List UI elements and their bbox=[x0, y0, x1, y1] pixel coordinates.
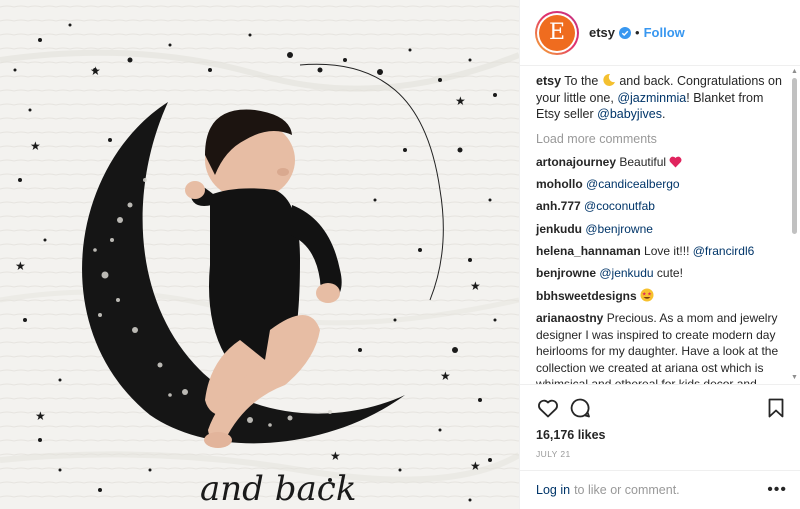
comment-username[interactable]: helena_hannaman bbox=[536, 244, 641, 258]
comment-item: jenkudu @benjrowne bbox=[536, 221, 787, 237]
comment-item: anh.777 @coconutfab bbox=[536, 198, 787, 214]
comment-text: cute! bbox=[656, 266, 683, 281]
avatar[interactable]: E bbox=[539, 14, 575, 51]
comment-item: arianaostny Precious. As a mom and jewel… bbox=[536, 310, 787, 384]
caption-username[interactable]: etsy bbox=[536, 74, 561, 88]
follow-button[interactable]: Follow bbox=[644, 25, 685, 40]
comment-mention[interactable]: @benjrowne bbox=[585, 222, 653, 236]
comment-mention[interactable]: @jenkudu bbox=[599, 266, 653, 280]
post-header: E etsy • Follow bbox=[520, 0, 800, 66]
comment-item: bbhsweetdesigns ★ ★ bbox=[536, 288, 787, 304]
comment-mention[interactable]: @candicealbergo bbox=[586, 177, 680, 191]
red-heart-emoji-icon bbox=[669, 156, 682, 167]
comments-scrollbar[interactable]: ▲ ▼ bbox=[791, 66, 798, 384]
scrollbar-thumb[interactable] bbox=[792, 78, 797, 234]
svg-text:★: ★ bbox=[470, 279, 481, 293]
svg-text:★: ★ bbox=[30, 139, 41, 153]
svg-text:★: ★ bbox=[440, 369, 451, 383]
comment-username[interactable]: jenkudu bbox=[536, 222, 582, 236]
scroll-down-arrow-icon[interactable]: ▼ bbox=[791, 374, 798, 382]
post-actions bbox=[520, 384, 800, 425]
comment-username[interactable]: benjrowne bbox=[536, 266, 596, 280]
caption-mention-jazminmia[interactable]: @jazminmia bbox=[617, 91, 686, 105]
crescent-moon-emoji-icon bbox=[603, 73, 615, 86]
likes-count[interactable]: 16,176 likes bbox=[536, 428, 606, 442]
caption-text: To the bbox=[564, 74, 599, 88]
svg-text:★: ★ bbox=[15, 259, 26, 273]
baby-on-moon-blanket-illustration: ★ ★ ★ ★ ★ ★ ★ ★ ★ and back bbox=[0, 0, 519, 509]
more-options-icon[interactable]: ••• bbox=[767, 482, 787, 498]
comment-item: artonajourney Beautiful bbox=[536, 154, 787, 170]
svg-text:★: ★ bbox=[330, 449, 341, 463]
comment-item: mohollo @candicealbergo bbox=[536, 176, 787, 192]
svg-text:★: ★ bbox=[90, 64, 101, 78]
login-footer: Log in to like or comment. ••• bbox=[520, 470, 800, 509]
comment-mention[interactable]: @coconutfab bbox=[584, 199, 655, 213]
instagram-post: ★ ★ ★ ★ ★ ★ ★ ★ ★ and back E etsy • Foll… bbox=[0, 0, 800, 509]
login-link[interactable]: Log in bbox=[536, 483, 570, 497]
bookmark-icon[interactable] bbox=[764, 396, 788, 420]
verified-badge-icon bbox=[619, 26, 632, 39]
comments-list[interactable]: etsy To the and back. Congratulations on… bbox=[520, 66, 800, 384]
caption-mention-babyjives[interactable]: @babyjives bbox=[597, 107, 662, 121]
scroll-up-arrow-icon[interactable]: ▲ bbox=[791, 68, 798, 76]
comment-text: Love it!!! bbox=[644, 244, 690, 259]
comment-icon[interactable] bbox=[568, 396, 592, 420]
post-caption: etsy To the and back. Congratulations on… bbox=[536, 73, 787, 123]
login-prompt-text: to like or comment. bbox=[574, 483, 680, 497]
svg-text:★: ★ bbox=[470, 459, 481, 473]
comment-text: Beautiful bbox=[619, 154, 667, 169]
caption-text: . bbox=[661, 107, 666, 121]
svg-text:★: ★ bbox=[35, 409, 46, 423]
story-ring[interactable]: E bbox=[535, 10, 579, 55]
comment-username[interactable]: mohollo bbox=[536, 177, 583, 191]
comment-username[interactable]: bbhsweetdesigns bbox=[536, 289, 637, 303]
comment-username[interactable]: artonajourney bbox=[536, 155, 616, 169]
comment-mention[interactable]: @francirdl6 bbox=[693, 244, 755, 258]
like-heart-icon[interactable] bbox=[536, 396, 560, 420]
post-side-panel: E etsy • Follow etsy To the and back. Co… bbox=[519, 0, 800, 509]
post-photo[interactable]: ★ ★ ★ ★ ★ ★ ★ ★ ★ and back bbox=[0, 0, 519, 509]
star-struck-emoji-icon: ★ ★ bbox=[640, 288, 654, 302]
load-more-comments-button[interactable]: Load more comments bbox=[536, 132, 787, 146]
comment-username[interactable]: arianaostny bbox=[536, 311, 603, 325]
svg-text:★: ★ bbox=[455, 94, 466, 108]
comment-username[interactable]: anh.777 bbox=[536, 199, 581, 213]
svg-text:★: ★ bbox=[647, 291, 652, 297]
photo-handwriting: and back bbox=[200, 469, 356, 509]
comment-item: benjrowne @jenkudu cute! bbox=[536, 265, 787, 281]
separator-dot: • bbox=[635, 25, 640, 40]
profile-username[interactable]: etsy bbox=[589, 25, 615, 40]
comment-item: helena_hannaman Love it!!! @francirdl6 bbox=[536, 243, 787, 259]
post-date[interactable]: JULY 21 bbox=[536, 449, 571, 459]
